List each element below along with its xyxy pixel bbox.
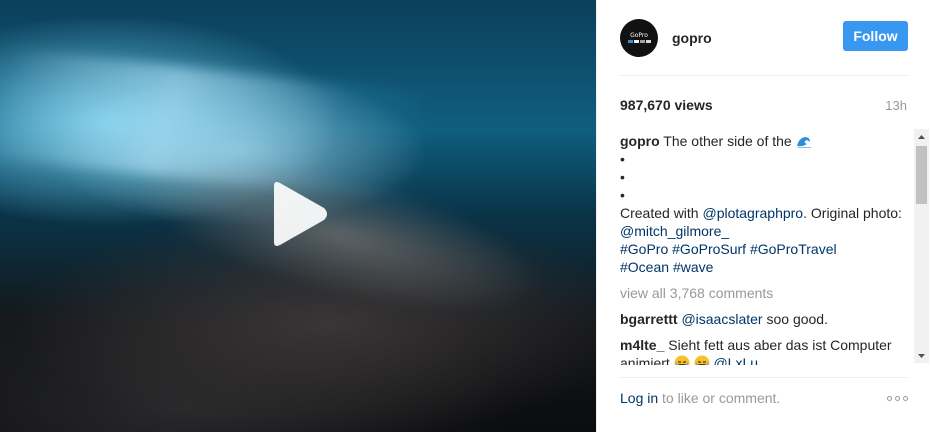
hashtag-link[interactable]: #GoProSurf — [672, 241, 746, 257]
hashtag-link[interactable]: #GoPro — [620, 241, 668, 257]
login-link[interactable]: Log in — [620, 390, 658, 406]
mention-link[interactable]: @mitch_gilmore_ — [620, 223, 729, 239]
mention-link[interactable]: @isaacslater — [681, 311, 762, 327]
divider — [619, 377, 908, 378]
caption-bullet: • — [620, 169, 625, 185]
view-all-comments-link[interactable]: view all 3,768 comments — [620, 284, 910, 302]
caption-first-line: gopro The other side of the — [620, 132, 910, 150]
caption: gopro The other side of the • • • Create… — [620, 132, 910, 276]
mention-link[interactable]: @LxLu — [713, 355, 758, 365]
hashtag-link[interactable]: #wave — [673, 259, 713, 275]
login-suffix: to like or comment. — [662, 390, 781, 406]
post-stats: 987,670 views 13h — [620, 95, 907, 115]
more-options-icon[interactable] — [887, 395, 908, 401]
laughing-emoji-icon — [694, 355, 710, 365]
created-with-text: Created with — [620, 205, 699, 221]
gopro-logo-icon: GoPro — [626, 32, 652, 44]
comment-username[interactable]: bgarrettt — [620, 311, 678, 327]
avatar-logo-text: GoPro — [630, 32, 648, 39]
hashtag-line: #GoPro #GoProSurf #GoProTravel — [620, 240, 910, 258]
comment-username[interactable]: m4lte_ — [620, 337, 664, 353]
avatar[interactable]: GoPro — [620, 19, 658, 57]
mention-link[interactable]: @plotagraphpro — [702, 205, 803, 221]
wave-emoji-icon — [795, 133, 812, 149]
original-photo-text: . Original photo: — [803, 205, 902, 221]
login-prompt: Log in to like or comment. — [620, 390, 780, 406]
post-time[interactable]: 13h — [885, 98, 907, 113]
post-header: GoPro gopro Follow — [597, 0, 930, 76]
hashtag-link[interactable]: #Ocean — [620, 259, 669, 275]
post-modal: GoPro gopro Follow 987,670 views 13h gop… — [0, 0, 930, 432]
hashtag-line: #Ocean #wave — [620, 258, 910, 276]
comment-item: m4lte_ Sieht fett aus aber das ist Compu… — [620, 336, 910, 365]
comment-text: soo good. — [766, 311, 828, 327]
hashtag-link[interactable]: #GoProTravel — [750, 241, 837, 257]
follow-button[interactable]: Follow — [843, 21, 908, 51]
chevron-down-icon[interactable] — [914, 348, 929, 363]
chevron-up-icon[interactable] — [914, 129, 929, 144]
post-footer: Log in to like or comment. — [620, 388, 908, 408]
comments-scrollbar[interactable] — [914, 129, 929, 363]
caption-bullet: • — [620, 151, 625, 167]
scrollbar-thumb[interactable] — [916, 146, 927, 204]
video-media[interactable] — [0, 0, 596, 432]
laughing-emoji-icon — [674, 355, 690, 365]
logo-bars — [626, 40, 652, 43]
post-side-panel: GoPro gopro Follow 987,670 views 13h gop… — [596, 0, 930, 432]
view-count: 987,670 views — [620, 97, 713, 113]
comment-item: bgarrettt @isaacslater soo good. — [620, 310, 910, 328]
comments-list[interactable]: gopro The other side of the • • • Create… — [620, 132, 910, 365]
play-icon[interactable] — [266, 180, 330, 248]
caption-text: The other side of the — [663, 133, 792, 149]
caption-username[interactable]: gopro — [620, 133, 660, 149]
username-link[interactable]: gopro — [672, 30, 712, 46]
caption-bullet: • — [620, 187, 625, 203]
caption-credits: Created with @plotagraphpro. Original ph… — [620, 204, 910, 240]
